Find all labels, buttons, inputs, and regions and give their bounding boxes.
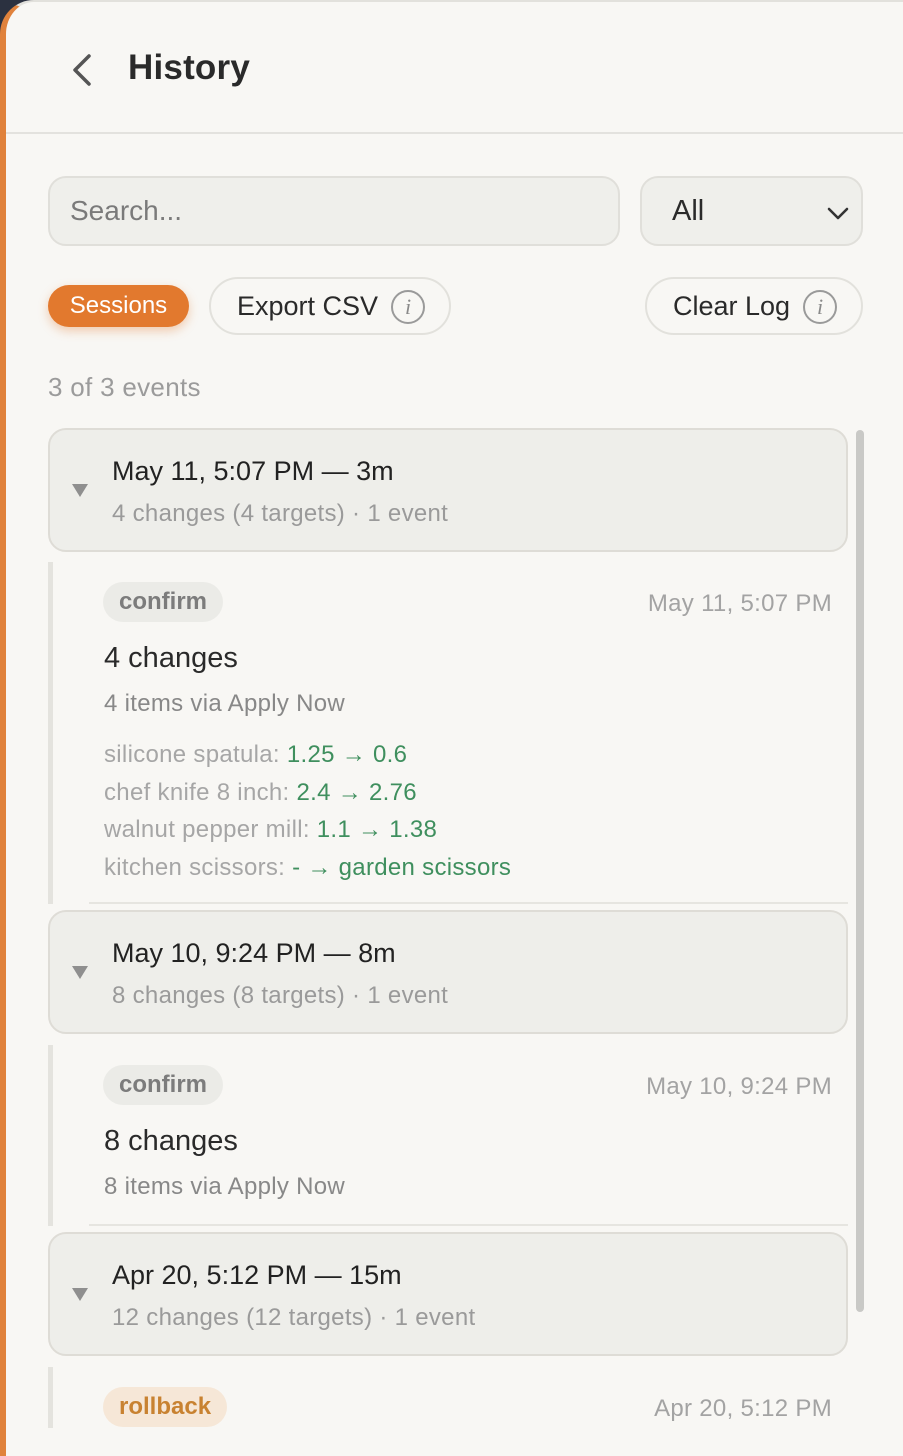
event-type-badge: confirm (103, 1065, 224, 1105)
divider (89, 1224, 848, 1226)
filter-select-value: All (672, 194, 705, 227)
export-csv-button[interactable]: Export CSV i (209, 277, 451, 335)
chevron-left-icon (73, 54, 91, 86)
session-header[interactable]: May 10, 9:24 PM — 8m 8 changes (8 target… (48, 910, 848, 1034)
session-meta: 4 changes (4 targets) · 1 event (112, 500, 449, 527)
event-subtitle: 4 items via Apply Now (104, 690, 346, 717)
session-title: May 10, 9:24 PM — 8m (112, 938, 396, 968)
change-value: - → garden scissors (292, 853, 512, 881)
event-timestamp: Apr 20, 5:12 PM (654, 1395, 832, 1422)
change-row: kitchen scissors: - → garden scissors (104, 849, 511, 887)
change-list: silicone spatula: 1.25 → 0.6 chef knife … (104, 736, 511, 886)
chevron-down-icon (827, 207, 849, 220)
caret-down-icon (72, 966, 88, 979)
event-type-badge: rollback (103, 1387, 228, 1427)
event-item: confirm May 11, 5:07 PM 4 changes 4 item… (48, 562, 848, 904)
session-meta: 12 changes (12 targets) · 1 event (112, 1304, 476, 1331)
sessions-toggle-button[interactable]: Sessions (48, 285, 189, 327)
change-label: kitchen scissors: (104, 853, 286, 881)
event-item: rollback Apr 20, 5:12 PM (48, 1367, 848, 1428)
history-panel: History All Sessions Export CSV i Clear … (0, 0, 903, 1456)
scrollbar[interactable] (856, 430, 864, 1312)
search-input[interactable] (48, 176, 620, 246)
session-header[interactable]: May 11, 5:07 PM — 3m 4 changes (4 target… (48, 428, 848, 552)
caret-down-icon (72, 484, 88, 497)
divider (89, 902, 848, 904)
change-row: silicone spatula: 1.25 → 0.6 (104, 736, 511, 774)
filter-select[interactable]: All (640, 176, 863, 246)
info-icon[interactable]: i (391, 290, 425, 324)
event-title: 4 changes (104, 642, 238, 674)
event-timestamp: May 11, 5:07 PM (647, 590, 832, 617)
header: History (6, 2, 903, 134)
event-timestamp: May 10, 9:24 PM (646, 1073, 832, 1100)
event-count: 3 of 3 events (48, 372, 201, 402)
back-button[interactable] (60, 48, 104, 92)
clear-log-label: Clear Log (673, 290, 791, 321)
session-title: Apr 20, 5:12 PM — 15m (112, 1260, 402, 1290)
change-label: chef knife 8 inch: (104, 778, 290, 806)
change-value: 1.1 → 1.38 (316, 816, 438, 843)
change-label: walnut pepper mill: (104, 816, 310, 843)
caret-down-icon (72, 1288, 88, 1301)
change-row: walnut pepper mill: 1.1 → 1.38 (104, 811, 511, 849)
event-title: 8 changes (104, 1125, 238, 1157)
session-title: May 11, 5:07 PM — 3m (112, 456, 394, 486)
info-icon[interactable]: i (803, 290, 837, 324)
change-value: 1.25 → 0.6 (286, 741, 408, 768)
clear-log-button[interactable]: Clear Log i (645, 277, 863, 335)
event-subtitle: 8 items via Apply Now (104, 1173, 346, 1200)
session-meta: 8 changes (8 targets) · 1 event (112, 982, 449, 1009)
change-label: silicone spatula: (104, 741, 280, 768)
change-row: chef knife 8 inch: 2.4 → 2.76 (104, 774, 511, 812)
page-title: History (128, 48, 250, 87)
event-type-badge: confirm (103, 582, 224, 622)
export-csv-label: Export CSV (237, 290, 379, 321)
session-header[interactable]: Apr 20, 5:12 PM — 15m 12 changes (12 tar… (48, 1232, 848, 1356)
event-item: confirm May 10, 9:24 PM 8 changes 8 item… (48, 1045, 848, 1226)
change-value: 2.4 → 2.76 (296, 778, 417, 806)
